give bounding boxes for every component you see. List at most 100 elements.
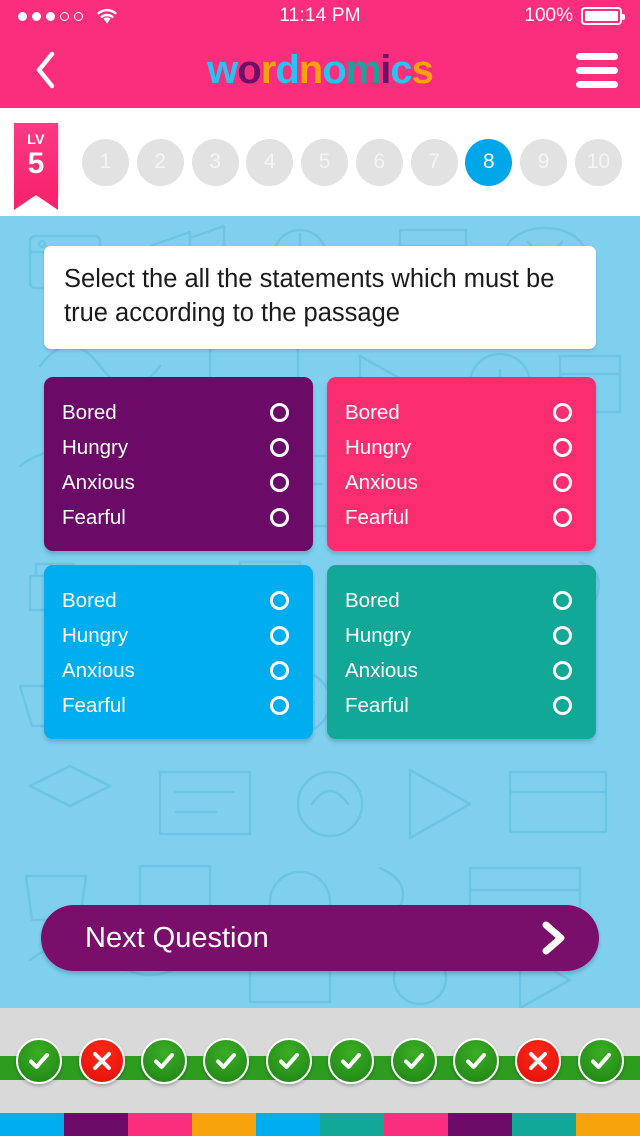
check-icon: [140, 1037, 187, 1084]
logo-letter-1: o: [237, 48, 261, 92]
footer-color-block-5: [320, 1113, 384, 1136]
radio-button-icon[interactable]: [553, 591, 572, 610]
signal-dot: [74, 11, 83, 21]
answer-option[interactable]: Hungry: [62, 430, 295, 465]
signal-dot: [46, 11, 55, 21]
hamburger-menu-icon[interactable]: [572, 52, 618, 88]
radio-button-icon[interactable]: [270, 508, 289, 527]
answer-option[interactable]: Fearful: [62, 500, 295, 535]
next-question-label: Next Question: [85, 921, 269, 954]
question-step-9[interactable]: 9: [520, 138, 568, 186]
question-step-6[interactable]: 6: [355, 138, 403, 186]
check-icon: [452, 1037, 499, 1084]
radio-button-icon[interactable]: [270, 403, 289, 422]
answer-option-label: Anxious: [345, 658, 418, 682]
status-bar-right: 100%: [361, 5, 626, 27]
question-step-3[interactable]: 3: [191, 138, 239, 186]
answer-option-label: Fearful: [345, 693, 409, 717]
radio-button-icon[interactable]: [270, 696, 289, 715]
radio-button-icon[interactable]: [553, 696, 572, 715]
answer-option[interactable]: Bored: [345, 583, 578, 618]
logo-letter-5: o: [322, 48, 346, 92]
question-step-8[interactable]: 8: [465, 138, 513, 186]
question-step-list: 1 2 3 4 5 6 7 8 9 10: [58, 138, 640, 186]
answer-option[interactable]: Bored: [62, 395, 295, 430]
footer-color-block-4: [256, 1113, 320, 1136]
results-mark-list: [0, 1008, 640, 1113]
question-step-4[interactable]: 4: [246, 138, 294, 186]
footer-color-block-2: [128, 1113, 192, 1136]
answer-option-label: Bored: [62, 588, 117, 612]
answer-option[interactable]: Fearful: [345, 500, 578, 535]
footer-color-block-9: [576, 1113, 640, 1136]
chevron-left-icon: [36, 51, 55, 89]
check-icon: [577, 1037, 624, 1084]
next-question-button[interactable]: Next Question: [41, 905, 599, 971]
level-badge-label: LV: [27, 131, 45, 147]
answer-option-label: Fearful: [62, 505, 126, 529]
footer-color-block-3: [192, 1113, 256, 1136]
answer-option-label: Anxious: [62, 658, 135, 682]
back-button[interactable]: [22, 47, 68, 93]
answer-card-blue[interactable]: Bored Hungry Anxious Fearful: [44, 565, 313, 739]
logo-letter-2: r: [260, 48, 277, 92]
radio-button-icon[interactable]: [270, 661, 289, 680]
radio-button-icon[interactable]: [553, 508, 572, 527]
answer-option[interactable]: Hungry: [62, 618, 295, 653]
radio-button-icon[interactable]: [270, 591, 289, 610]
level-progress-bar: LV 5 1 2 3 4 5 6 7 8 9 10: [0, 108, 640, 216]
question-card: Select the all the statements which must…: [44, 246, 596, 350]
radio-button-icon[interactable]: [553, 626, 572, 645]
answer-option[interactable]: Anxious: [345, 465, 578, 500]
status-bar-clock: 11:14 PM: [279, 5, 361, 26]
answer-card-purple[interactable]: Bored Hungry Anxious Fearful: [44, 377, 313, 551]
answer-option[interactable]: Hungry: [345, 430, 578, 465]
question-step-5[interactable]: 5: [301, 138, 349, 186]
check-icon: [328, 1037, 375, 1084]
footer-color-block-8: [512, 1113, 576, 1136]
answer-option[interactable]: Bored: [345, 395, 578, 430]
question-step-10[interactable]: 10: [574, 138, 622, 186]
answer-option[interactable]: Hungry: [345, 618, 578, 653]
signal-dot: [18, 11, 27, 21]
level-badge-value: 5: [27, 147, 45, 180]
footer-color-block-0: [0, 1113, 64, 1136]
answer-option[interactable]: Fearful: [345, 688, 578, 723]
check-icon: [390, 1037, 437, 1084]
answer-option[interactable]: Anxious: [62, 653, 295, 688]
radio-button-icon[interactable]: [553, 438, 572, 457]
check-icon: [16, 1037, 63, 1084]
question-step-2[interactable]: 2: [136, 138, 184, 186]
footer-color-block-1: [64, 1113, 128, 1136]
logo-letter-8: c: [390, 48, 412, 92]
question-step-7[interactable]: 7: [410, 138, 458, 186]
question-step-1[interactable]: 1: [82, 138, 129, 186]
signal-strength-icon: [18, 11, 83, 21]
close-icon: [515, 1037, 562, 1084]
answer-option[interactable]: Anxious: [62, 465, 295, 500]
answer-option[interactable]: Bored: [62, 583, 295, 618]
answer-option-label: Bored: [62, 400, 117, 424]
answer-option[interactable]: Fearful: [62, 688, 295, 723]
answer-option-label: Fearful: [345, 505, 409, 529]
answer-option-label: Hungry: [62, 435, 129, 459]
logo-letter-6: m: [345, 48, 382, 92]
results-strip: [0, 1008, 640, 1113]
answer-option-label: Hungry: [345, 623, 412, 647]
answer-card-teal[interactable]: Bored Hungry Anxious Fearful: [327, 565, 596, 739]
answer-option-label: Hungry: [345, 435, 412, 459]
radio-button-icon[interactable]: [270, 626, 289, 645]
radio-button-icon[interactable]: [553, 473, 572, 492]
answer-option-label: Hungry: [62, 623, 129, 647]
answer-card-pink[interactable]: Bored Hungry Anxious Fearful: [327, 377, 596, 551]
quiz-area: Select the all the statements which must…: [0, 216, 640, 1008]
radio-button-icon[interactable]: [270, 438, 289, 457]
radio-button-icon[interactable]: [553, 661, 572, 680]
radio-button-icon[interactable]: [270, 473, 289, 492]
close-icon: [78, 1037, 125, 1084]
answer-option[interactable]: Anxious: [345, 653, 578, 688]
radio-button-icon[interactable]: [553, 403, 572, 422]
answer-option-label: Fearful: [62, 693, 126, 717]
wifi-icon: [97, 8, 117, 24]
logo-letter-4: n: [298, 48, 323, 92]
